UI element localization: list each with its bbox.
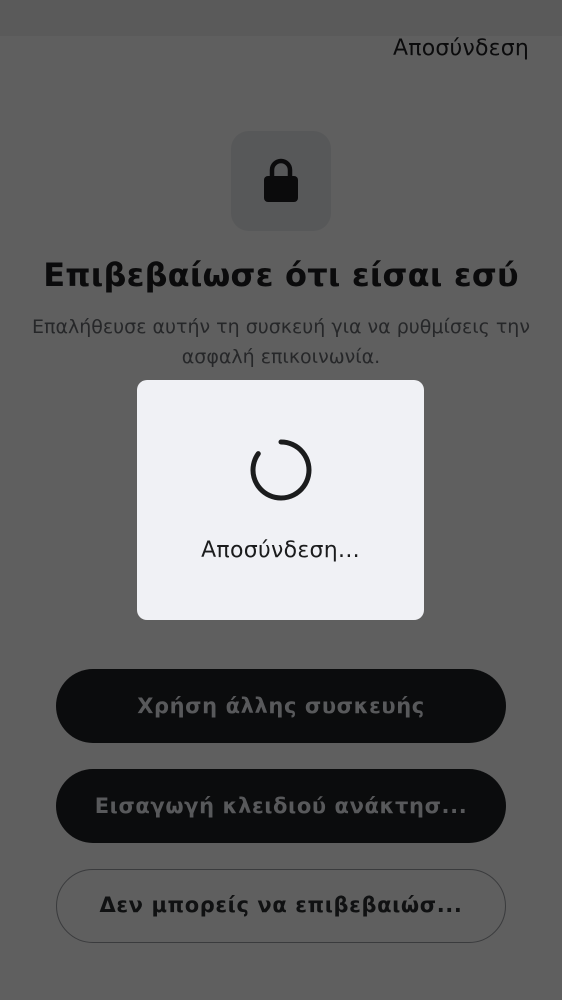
lock-icon xyxy=(264,158,298,202)
enter-recovery-key-button[interactable]: Εισαγωγή κλειδιού ανάκτησ... xyxy=(56,769,506,843)
page-subtitle: Επαλήθευσε αυτήν τη συσκευή για να ρυθμί… xyxy=(32,316,530,368)
page-title: Επιβεβαίωσε ότι είσαι εσύ xyxy=(43,256,519,294)
verify-session-screen: Αποσύνδεση Επιβεβαίωσε ότι είσαι εσύ Επα… xyxy=(0,0,562,1000)
cannot-confirm-button[interactable]: Δεν μπορείς να επιβεβαιώσ... xyxy=(56,869,506,943)
signout-link[interactable]: Αποσύνδεση xyxy=(393,36,529,61)
spinner-icon xyxy=(250,439,312,501)
signing-out-label: Αποσύνδεση... xyxy=(201,538,360,563)
lock-icon-tile xyxy=(231,131,331,231)
use-other-device-button[interactable]: Χρήση άλλης συσκευής xyxy=(56,669,506,743)
status-bar xyxy=(0,0,562,36)
signing-out-dialog: Αποσύνδεση... xyxy=(137,380,424,620)
